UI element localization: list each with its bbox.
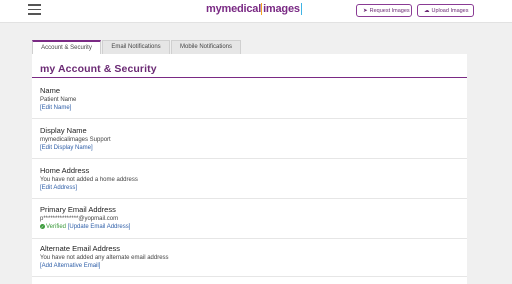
logo[interactable]: mymedical images xyxy=(206,3,302,15)
account-security-panel: my Account & Security Name Patient Name … xyxy=(32,54,467,284)
name-section: Name Patient Name [Edit Name] xyxy=(40,86,460,113)
alternate-email-value: You have not added any alternate email a… xyxy=(40,255,169,261)
tab-mobile-notifications[interactable]: Mobile Notifications xyxy=(171,40,241,54)
email-status-row: ✓ Verified [Update Email Address] xyxy=(40,224,460,232)
logo-my: my xyxy=(206,3,222,15)
primary-email-value: p***************@yopmail.com xyxy=(40,216,119,222)
home-address-section: Home Address You have not added a home a… xyxy=(40,166,460,193)
upload-images-button[interactable]: ☁ Upload Images xyxy=(417,4,474,17)
update-email-link[interactable]: [Update Email Address] xyxy=(68,224,131,230)
divider xyxy=(32,198,467,199)
display-name-section: Display Name mymedicalimages Support [Ed… xyxy=(40,126,460,153)
home-address-label: Home Address xyxy=(40,166,90,175)
tab-bar: Account & Security Email Notifications M… xyxy=(32,40,242,54)
edit-address-link[interactable]: [Edit Address] xyxy=(40,185,460,193)
divider xyxy=(32,276,467,277)
top-bar: mymedical images ➤ Request Images ☁ Upload … xyxy=(0,0,512,23)
cloud-upload-icon: ☁ xyxy=(424,8,430,14)
home-address-value: You have not added a home address xyxy=(40,177,138,183)
divider xyxy=(32,158,467,159)
verified-badge: Verified xyxy=(46,224,67,230)
logo-medical: medical xyxy=(221,3,262,15)
primary-email-label: Primary Email Address xyxy=(40,205,116,214)
request-images-button[interactable]: ➤ Request Images xyxy=(356,4,412,17)
request-images-label: Request Images xyxy=(369,8,410,14)
display-name-label: Display Name xyxy=(40,126,87,135)
alternate-email-label: Alternate Email Address xyxy=(40,244,121,253)
edit-display-name-link[interactable]: [Edit Display Name] xyxy=(40,145,460,153)
divider xyxy=(32,238,467,239)
alternate-email-section: Alternate Email Address You have not add… xyxy=(40,244,460,271)
page-title: my Account & Security xyxy=(40,63,157,75)
title-divider xyxy=(32,77,467,78)
display-name-value: mymedicalimages Support xyxy=(40,137,111,143)
send-icon: ➤ xyxy=(363,8,368,14)
name-value: Patient Name xyxy=(40,97,77,103)
divider xyxy=(32,118,467,119)
logo-images: images xyxy=(261,3,302,15)
edit-name-link[interactable]: [Edit Name] xyxy=(40,105,460,113)
name-label: Name xyxy=(40,86,61,95)
tab-email-notifications[interactable]: Email Notifications xyxy=(102,40,170,54)
menu-icon[interactable] xyxy=(28,4,41,15)
add-alternative-email-link[interactable]: [Add Alternative Email] xyxy=(40,263,460,271)
primary-email-section: Primary Email Address p***************@y… xyxy=(40,205,460,232)
upload-images-label: Upload Images xyxy=(431,8,469,14)
tab-account-security[interactable]: Account & Security xyxy=(32,40,101,54)
check-circle-icon: ✓ xyxy=(40,224,45,229)
